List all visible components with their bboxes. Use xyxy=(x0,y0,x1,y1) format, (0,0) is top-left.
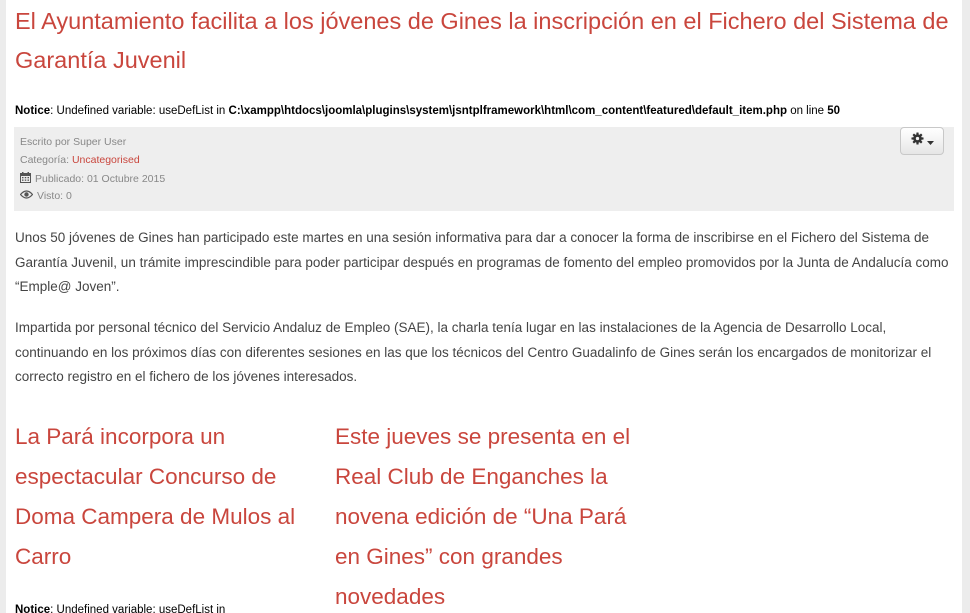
article-info-box: Escrito por Super User Categoría: Uncate… xyxy=(14,127,954,211)
notice-label: Notice xyxy=(15,105,51,117)
article-paragraph-2: Impartida por personal técnico del Servi… xyxy=(15,320,932,384)
meta-author: Escrito por Super User xyxy=(20,136,127,148)
meta-category: Categoría: Uncategorised xyxy=(20,154,140,166)
article-tools-button[interactable] xyxy=(900,127,944,155)
meta-hits: Visto: 0 xyxy=(19,190,72,202)
column-1-title-link[interactable]: La Pará incorpora un espectacular Concur… xyxy=(15,417,320,577)
category-link[interactable]: Uncategorised xyxy=(72,154,140,166)
column-1-notice-text: : Undefined variable: useDefList in xyxy=(50,604,226,613)
gear-icon xyxy=(910,132,924,150)
notice-line-text: on line xyxy=(787,105,828,117)
notice-path: C:\xampp\htdocs\joomla\plugins\system\js… xyxy=(228,105,787,117)
meta-hits-text: Visto: 0 xyxy=(37,190,72,202)
meta-published: Publicado: 01 Octubre 2015 xyxy=(20,172,165,186)
page: El Ayuntamiento facilita a los jóvenes d… xyxy=(6,0,962,613)
column-1-notice-label: Notice xyxy=(15,604,51,613)
column-1-php-notice: Notice: Undefined variable: useDefList i… xyxy=(15,604,225,613)
notice-text: : Undefined variable: useDefList in xyxy=(50,105,229,117)
meta-published-text: Publicado: 01 Octubre 2015 xyxy=(35,172,166,185)
eye-icon xyxy=(19,190,34,202)
php-notice: Notice: Undefined variable: useDefList i… xyxy=(15,105,840,117)
calendar-icon xyxy=(20,172,31,186)
column-2-title-link[interactable]: Este jueves se presenta en el Real Club … xyxy=(335,417,640,613)
meta-category-label: Categoría: xyxy=(20,154,72,166)
caret-down-icon xyxy=(926,132,934,150)
notice-line-number: 50 xyxy=(827,105,841,117)
article-paragraph-1: Unos 50 jóvenes de Gines han participado… xyxy=(15,230,949,294)
article-title-link[interactable]: El Ayuntamiento facilita a los jóvenes d… xyxy=(15,2,960,80)
